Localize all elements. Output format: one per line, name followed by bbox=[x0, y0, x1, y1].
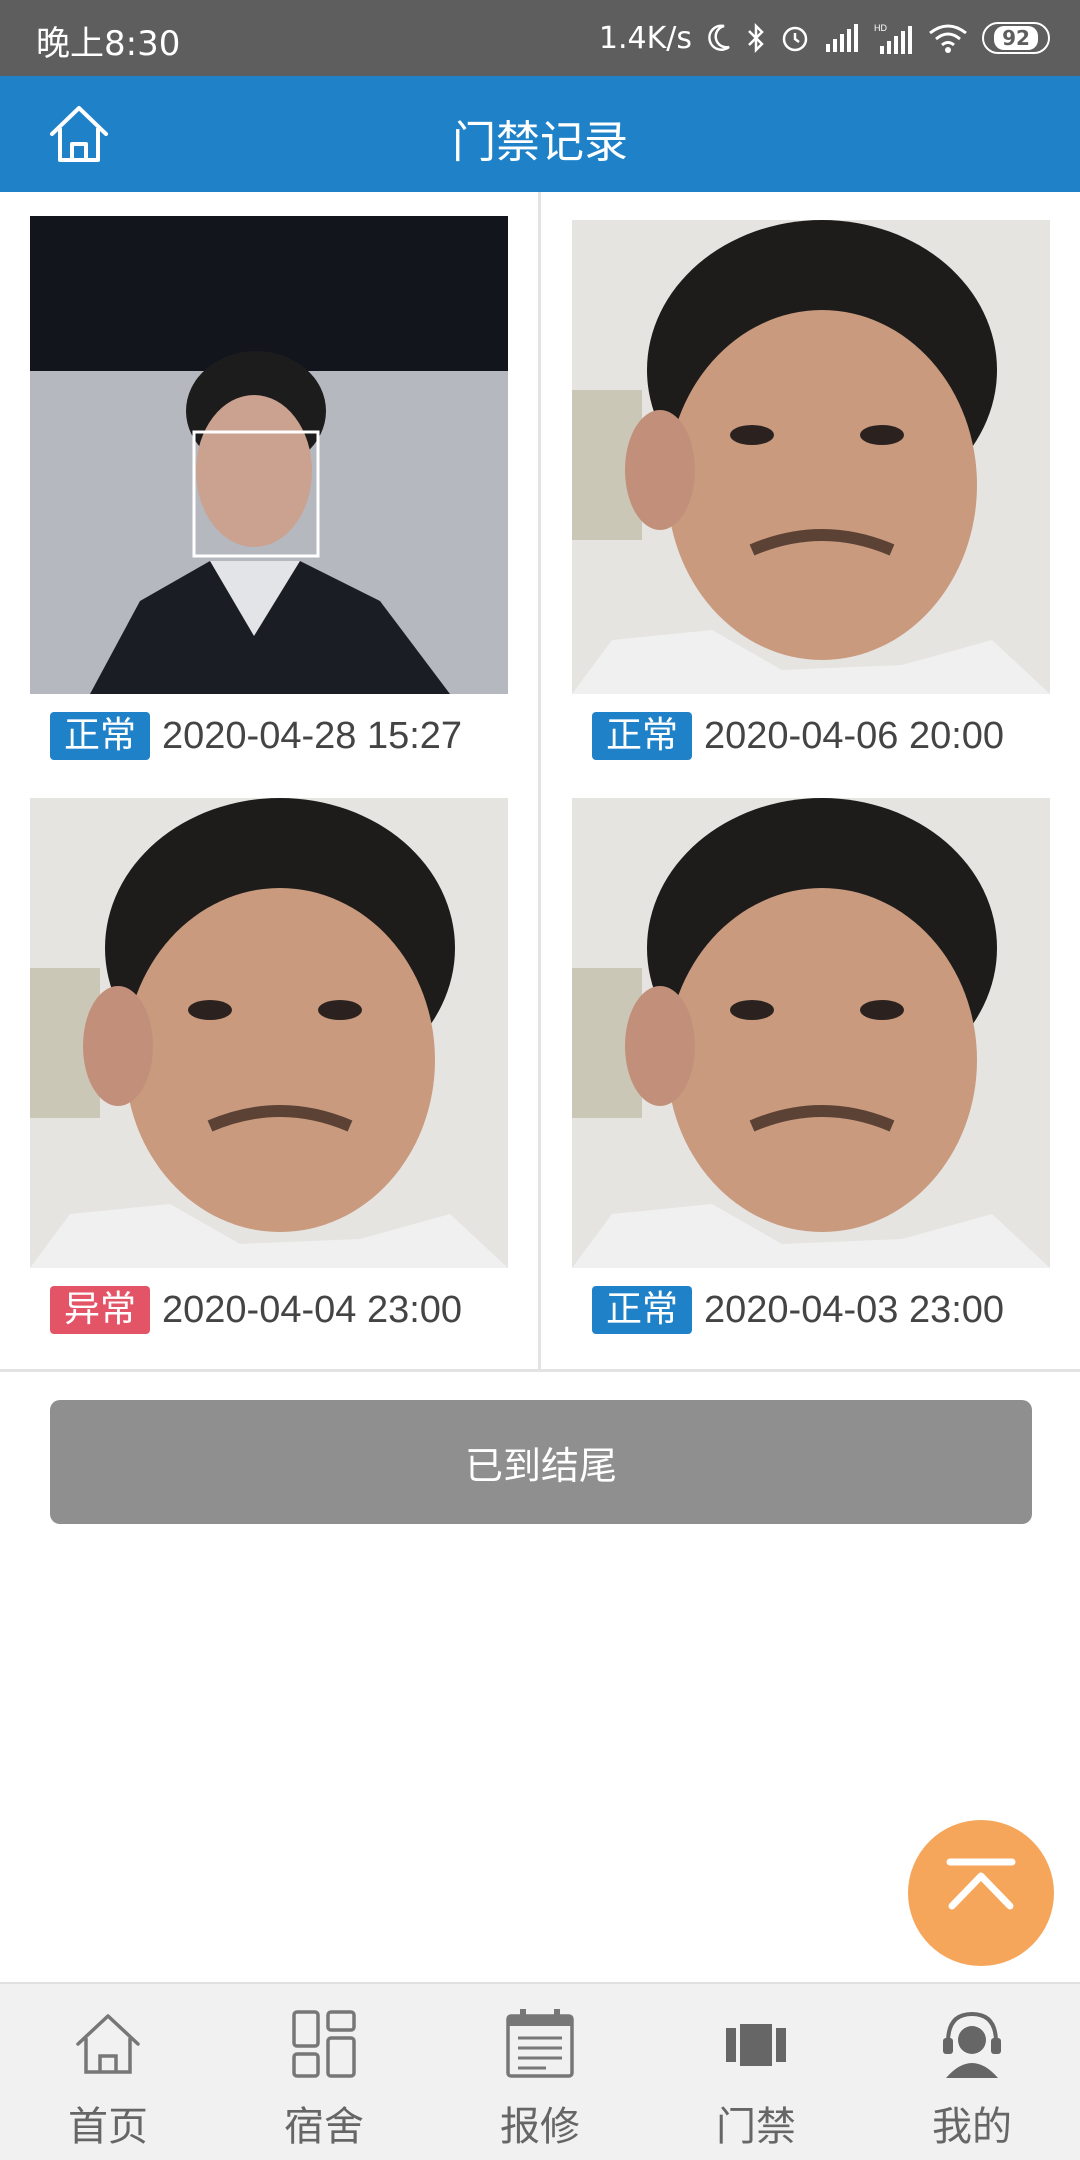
record-meta: 正常 2020-04-03 23:00 bbox=[572, 1286, 1050, 1334]
record-photo bbox=[572, 220, 1050, 694]
record-photo bbox=[30, 216, 508, 694]
arrow-up-icon bbox=[946, 1858, 1016, 1910]
home-icon bbox=[76, 2014, 140, 2074]
nav-item-home[interactable]: 首页 bbox=[0, 1984, 216, 2160]
bluetooth-icon bbox=[748, 22, 764, 54]
battery-level: 92 bbox=[994, 26, 1038, 50]
record-card[interactable]: 正常 2020-04-28 15:27 bbox=[30, 216, 508, 760]
battery-icon: 92 bbox=[982, 22, 1050, 54]
net-speed: 1.4K/s bbox=[598, 20, 692, 56]
record-datetime: 2020-04-28 15:27 bbox=[162, 714, 463, 757]
dormitory-grid-icon bbox=[292, 2010, 356, 2078]
record-meta: 异常 2020-04-04 23:00 bbox=[30, 1286, 508, 1334]
page-title: 门禁记录 bbox=[452, 117, 628, 168]
access-record-grid: 正常 2020-04-28 15:27 正常 2020-04-06 20:00 bbox=[0, 192, 1080, 1372]
grid-divider bbox=[538, 192, 541, 1372]
record-meta: 正常 2020-04-06 20:00 bbox=[572, 712, 1050, 760]
nav-item-dormitory[interactable]: 宿舍 bbox=[216, 1984, 432, 2160]
repair-calendar-icon bbox=[506, 2009, 574, 2078]
nav-item-repair[interactable]: 报修 bbox=[432, 1984, 648, 2160]
record-card[interactable]: 异常 2020-04-04 23:00 bbox=[30, 798, 508, 1334]
bottom-nav: 首页 宿舍 报修 门禁 我的 bbox=[0, 1982, 1080, 2160]
status-icons: 1.4K/s HD 92 bbox=[599, 14, 1050, 62]
profile-headset-icon bbox=[943, 2011, 1001, 2078]
back-to-top-button[interactable] bbox=[908, 1820, 1054, 1966]
nav-label: 宿舍 bbox=[284, 2104, 364, 2150]
status-badge: 正常 bbox=[592, 1286, 693, 1334]
record-datetime: 2020-04-06 20:00 bbox=[704, 714, 1005, 757]
end-of-list-button[interactable]: 已到结尾 bbox=[50, 1400, 1032, 1524]
access-control-icon bbox=[726, 2024, 786, 2066]
record-card[interactable]: 正常 2020-04-03 23:00 bbox=[572, 798, 1050, 1334]
nav-label: 首页 bbox=[68, 2104, 148, 2150]
nav-label: 报修 bbox=[500, 2104, 580, 2150]
nav-label: 我的 bbox=[932, 2104, 1012, 2150]
status-time: 晚上8:30 bbox=[36, 24, 181, 64]
status-badge: 正常 bbox=[592, 712, 693, 760]
status-bar: 晚上8:30 1.4K/s HD 92 bbox=[0, 0, 1080, 76]
record-photo bbox=[572, 798, 1050, 1268]
record-photo bbox=[30, 798, 508, 1268]
record-datetime: 2020-04-04 23:00 bbox=[162, 1288, 463, 1331]
record-datetime: 2020-04-03 23:00 bbox=[704, 1288, 1005, 1331]
status-badge: 异常 bbox=[50, 1286, 151, 1334]
nav-item-profile[interactable]: 我的 bbox=[864, 1984, 1080, 2160]
nav-item-access-control[interactable]: 门禁 bbox=[648, 1984, 864, 2160]
hd-signal-icon: HD bbox=[874, 23, 912, 54]
record-card[interactable]: 正常 2020-04-06 20:00 bbox=[572, 220, 1050, 760]
alarm-icon bbox=[782, 26, 808, 52]
signal-icon bbox=[826, 24, 858, 52]
moon-icon bbox=[708, 24, 730, 51]
record-meta: 正常 2020-04-28 15:27 bbox=[30, 712, 508, 760]
wifi-icon bbox=[929, 24, 967, 53]
app-header: 门禁记录 bbox=[0, 76, 1080, 192]
status-badge: 正常 bbox=[50, 712, 151, 760]
nav-label: 门禁 bbox=[716, 2104, 796, 2150]
svg-text:HD: HD bbox=[874, 23, 887, 33]
